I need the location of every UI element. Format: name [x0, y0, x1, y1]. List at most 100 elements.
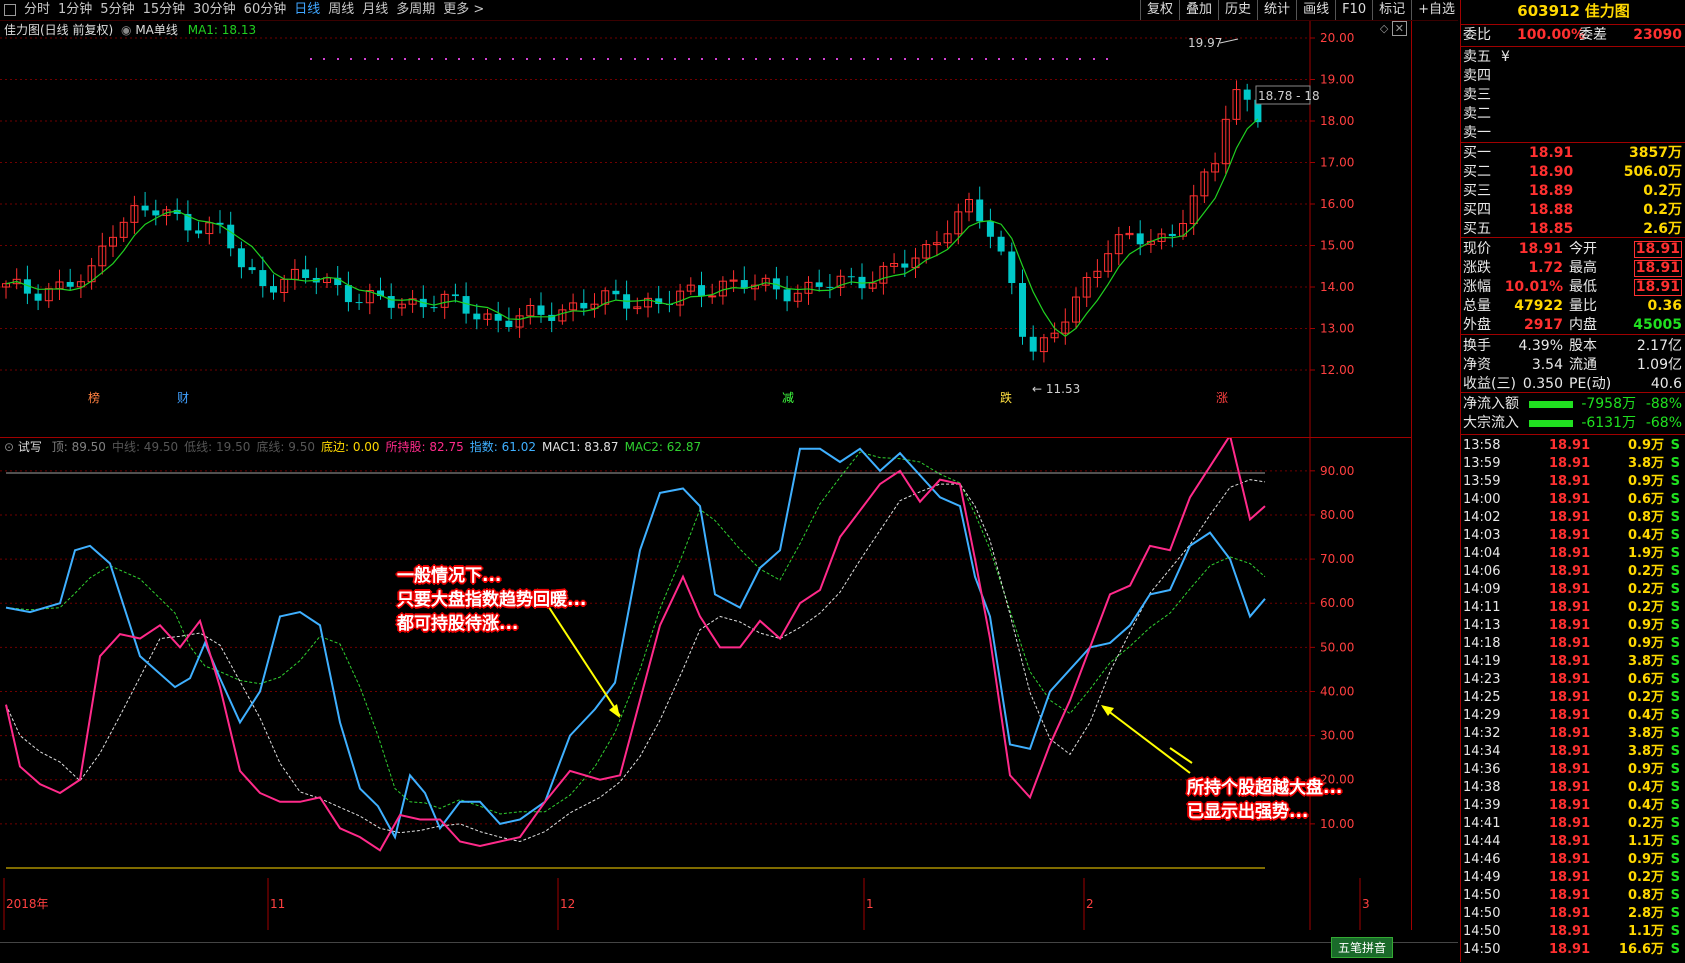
toolbar-button-3[interactable]: 统计 [1257, 0, 1296, 20]
tick-row[interactable]: 14:50 18.91 1.1万 S [1461, 923, 1685, 941]
sell-level-row[interactable]: 卖二 [1461, 105, 1685, 124]
period-tab-3[interactable]: 15分钟 [139, 0, 190, 20]
price-box-label: 18.78 - 18 [1258, 89, 1320, 103]
tick-row[interactable]: 14:50 18.91 16.6万 S [1461, 941, 1685, 959]
tick-volume: 0.4万 [1627, 708, 1664, 723]
tick-time: 14:46 [1463, 852, 1501, 867]
quote-label: 总量 [1463, 298, 1491, 314]
tick-row[interactable]: 14:49 18.91 0.2万 S [1461, 869, 1685, 887]
signal-dot [499, 58, 501, 60]
tick-price: 18.91 [1549, 888, 1591, 903]
tick-row[interactable]: 14:39 18.91 0.4万 S [1461, 797, 1685, 815]
toolbar-button-5[interactable]: F10 [1335, 0, 1372, 20]
sell-level-row[interactable]: 卖三 [1461, 86, 1685, 105]
tick-row[interactable]: 14:13 18.91 0.9万 S [1461, 617, 1685, 635]
buy-level-row[interactable]: 买一 18.91 3857万 [1461, 144, 1685, 163]
candle-body-down [1136, 233, 1144, 245]
period-tab-7[interactable]: 周线 [324, 0, 358, 20]
tick-side: S [1670, 834, 1680, 849]
tick-row[interactable]: 14:18 18.91 0.9万 S [1461, 635, 1685, 653]
tick-row[interactable]: 14:32 18.91 3.8万 S [1461, 725, 1685, 743]
tick-row[interactable]: 14:00 18.91 0.6万 S [1461, 491, 1685, 509]
period-tab-4[interactable]: 30分钟 [189, 0, 240, 20]
tick-row[interactable]: 14:19 18.91 3.8万 S [1461, 653, 1685, 671]
tick-time: 14:29 [1463, 708, 1501, 723]
signal-dot [458, 58, 460, 60]
tick-side: S [1670, 942, 1680, 957]
tick-side: S [1670, 510, 1680, 525]
buy-level-volume: 506.0万 [1623, 164, 1682, 180]
tick-row[interactable]: 14:04 18.91 1.9万 S [1461, 545, 1685, 563]
signal-dot [1012, 58, 1014, 60]
tick-volume: 16.6万 [1618, 942, 1664, 957]
period-tab-0[interactable]: 分时 [20, 0, 54, 20]
signal-dot [1066, 58, 1068, 60]
signal-dot [607, 58, 609, 60]
tick-row[interactable]: 13:59 18.91 3.8万 S [1461, 455, 1685, 473]
tick-row[interactable]: 14:36 18.91 0.9万 S [1461, 761, 1685, 779]
period-tab-9[interactable]: 多周期 [392, 0, 439, 20]
toolbar-button-1[interactable]: 叠加 [1179, 0, 1218, 20]
toolbar-button-6[interactable]: 标记 [1372, 0, 1411, 20]
candlestick-chart[interactable]: 佳力图(日线 前复权) ◉ MA单线 MA1: 18.13 ◇ ✕ 20.00 1… [0, 21, 1412, 438]
tick-side: S [1670, 726, 1680, 741]
tick-side: S [1670, 816, 1680, 831]
period-tab-8[interactable]: 月线 [358, 0, 392, 20]
candle-body-down [1243, 89, 1251, 100]
tick-row[interactable]: 14:29 18.91 0.4万 S [1461, 707, 1685, 725]
tick-row[interactable]: 14:06 18.91 0.2万 S [1461, 563, 1685, 581]
signal-dot [782, 58, 784, 60]
period-tab-5[interactable]: 60分钟 [240, 0, 291, 20]
stock-code: 603912 [1517, 2, 1580, 20]
tick-row[interactable]: 14:46 18.91 0.9万 S [1461, 851, 1685, 869]
sell-level-label: 卖一 [1463, 125, 1491, 141]
signal-dot [553, 58, 555, 60]
tick-price: 18.91 [1549, 798, 1591, 813]
buy-level-row[interactable]: 买三 18.89 0.2万 [1461, 182, 1685, 201]
tick-row[interactable]: 13:59 18.91 0.9万 S [1461, 473, 1685, 491]
sell-level-row[interactable]: 卖五 ¥ [1461, 48, 1685, 67]
quote-value-2: 18.91 [1633, 241, 1682, 258]
tick-side: S [1670, 456, 1680, 471]
buy-level-row[interactable]: 买二 18.90 506.0万 [1461, 163, 1685, 182]
toolbar-button-2[interactable]: 历史 [1218, 0, 1257, 20]
high-price-label: 19.97 [1188, 36, 1222, 50]
flow-row: 大宗流入 -6131万 -68% [1461, 414, 1685, 433]
tick-row[interactable]: 14:50 18.91 0.8万 S [1461, 887, 1685, 905]
period-tab-1[interactable]: 1分钟 [54, 0, 96, 20]
tick-row[interactable]: 14:38 18.91 0.4万 S [1461, 779, 1685, 797]
period-tab-2[interactable]: 5分钟 [96, 0, 138, 20]
quote-value: 1.72 [1528, 260, 1563, 276]
signal-dot [391, 58, 393, 60]
flow-value: -7958万 [1581, 396, 1636, 412]
sell-level-row[interactable]: 卖一 [1461, 124, 1685, 143]
tick-row[interactable]: 14:50 18.91 2.8万 S [1461, 905, 1685, 923]
tick-row[interactable]: 14:11 18.91 0.2万 S [1461, 599, 1685, 617]
ime-indicator[interactable]: 五笔拼音 [1331, 937, 1394, 958]
period-tab-6[interactable]: 日线 [290, 0, 324, 20]
tick-row[interactable]: 14:02 18.91 0.8万 S [1461, 509, 1685, 527]
tick-time: 14:03 [1463, 528, 1501, 543]
tick-row[interactable]: 14:09 18.91 0.2万 S [1461, 581, 1685, 599]
sell-level-row[interactable]: 卖四 [1461, 67, 1685, 86]
signal-dot [931, 58, 933, 60]
flow-label: 大宗流入 [1463, 415, 1519, 431]
buy-level-row[interactable]: 买四 18.88 0.2万 [1461, 201, 1685, 220]
indicator-chart[interactable]: ⊙ 试写 顶: 89.50 中线: 49.50 低线: 19.50 底线: 9.50 底… [0, 438, 1412, 930]
period-tab-10[interactable]: 更多 > [439, 0, 488, 20]
menu-square-icon[interactable] [4, 4, 16, 16]
tick-time: 13:58 [1463, 438, 1501, 453]
tick-row[interactable]: 13:58 18.91 0.9万 S [1461, 437, 1685, 455]
toolbar-button-4[interactable]: 画线 [1296, 0, 1335, 20]
tick-row[interactable]: 14:41 18.91 0.2万 S [1461, 815, 1685, 833]
holding-line [5, 438, 1266, 852]
tick-row[interactable]: 14:03 18.91 0.4万 S [1461, 527, 1685, 545]
toolbar-button-0[interactable]: 复权 [1140, 0, 1179, 20]
quote-value-2: 0.36 [1647, 298, 1682, 314]
toolbar-button-7[interactable]: +自选 [1411, 0, 1461, 20]
tick-row[interactable]: 14:23 18.91 0.6万 S [1461, 671, 1685, 689]
tick-row[interactable]: 14:25 18.91 0.2万 S [1461, 689, 1685, 707]
tick-row[interactable]: 14:44 18.91 1.1万 S [1461, 833, 1685, 851]
tick-row[interactable]: 14:34 18.91 3.8万 S [1461, 743, 1685, 761]
tick-price: 18.91 [1549, 510, 1591, 525]
